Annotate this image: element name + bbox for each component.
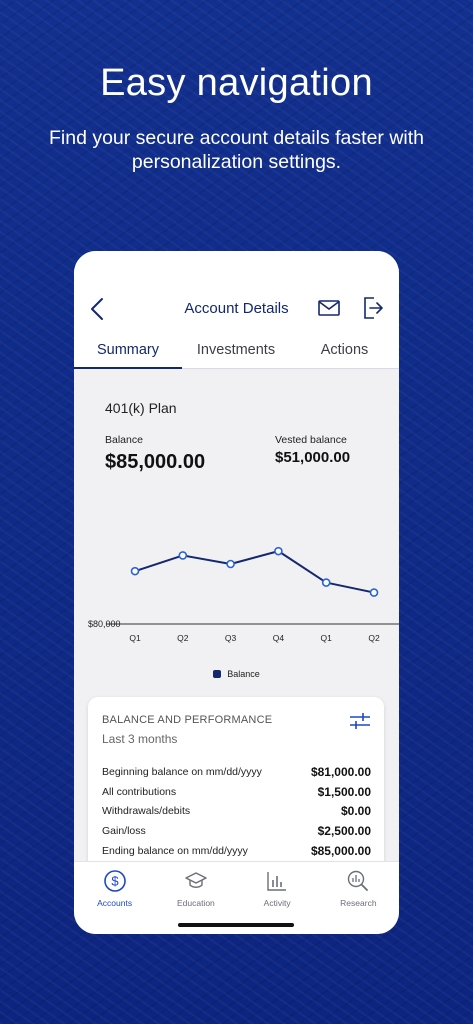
- graduation-cap-icon: [183, 868, 209, 894]
- performance-rows: Beginning balance on mm/dd/yyyy $81,000.…: [102, 762, 371, 860]
- tab-summary[interactable]: Summary: [74, 338, 182, 369]
- table-row: Withdrawals/debits $0.00: [102, 801, 371, 821]
- legend-swatch: [213, 670, 222, 678]
- nav-bar: Account Details Summary Investments Acti…: [74, 251, 399, 369]
- vested-balance-value: $51,000.00: [275, 449, 351, 466]
- summary-content[interactable]: 401(k) Plan Balance $85,000.00 Vested ba…: [74, 369, 399, 861]
- y-tick-label: $80,000: [88, 619, 121, 629]
- x-tick-label: Q2: [368, 633, 380, 643]
- x-tick-label: Q1: [321, 633, 333, 643]
- series-line: [134, 550, 375, 594]
- sliders-icon: [350, 713, 370, 729]
- table-row: All contributions $1,500.00: [102, 782, 371, 802]
- dollar-circle-icon: $: [102, 868, 128, 894]
- row-value: $0.00: [340, 804, 371, 819]
- table-row: Ending balance on mm/dd/yyyy $85,000.00: [102, 841, 371, 861]
- row-label: Ending balance on mm/dd/yyyy: [102, 844, 248, 857]
- row-value: $1,500.00: [317, 784, 371, 799]
- logout-icon: [364, 297, 383, 319]
- balance-value: $85,000.00: [105, 451, 206, 473]
- nav-label: Research: [340, 898, 377, 908]
- nav-label: Education: [176, 898, 215, 908]
- logout-button[interactable]: [361, 295, 387, 321]
- home-indicator: [178, 923, 294, 927]
- balance-performance-card: BALANCE AND PERFORMANCE Last 3 months Be…: [88, 697, 384, 861]
- tab-bar: Summary Investments Actions: [74, 338, 399, 369]
- card-subtitle: Last 3 months: [102, 732, 178, 746]
- row-label: Gain/loss: [102, 824, 146, 837]
- data-point: [130, 566, 140, 576]
- bar-chart-icon: [264, 868, 290, 894]
- envelope-icon: [318, 300, 340, 316]
- promo-headline: Easy navigation: [100, 62, 373, 104]
- row-label: Withdrawals/debits: [102, 805, 191, 818]
- balance-label: Balance: [105, 434, 143, 446]
- promo-subhead: Find your secure account details faster …: [48, 127, 424, 173]
- row-label: All contributions: [102, 785, 177, 798]
- balance-line-chart: $80,000 Q1 Q2 Q3 Q4 Q1 Q2: [88, 546, 399, 643]
- nav-label: Activity: [263, 898, 291, 908]
- legend-label: Balance: [227, 669, 260, 679]
- data-point: [321, 578, 331, 587]
- nav-label: Accounts: [97, 898, 133, 908]
- card-title: BALANCE AND PERFORMANCE: [102, 714, 273, 726]
- row-value: $81,000.00: [310, 764, 371, 779]
- table-row: Gain/loss $2,500.00: [102, 821, 371, 841]
- x-tick-label: Q4: [273, 633, 285, 643]
- data-point: [178, 551, 188, 560]
- data-point: [226, 559, 235, 569]
- nav-accounts[interactable]: $ Accounts: [74, 862, 155, 934]
- mail-button[interactable]: [317, 298, 343, 320]
- chart-legend: Balance: [74, 669, 399, 679]
- data-point: [274, 546, 283, 556]
- x-tick-label: Q3: [225, 633, 237, 643]
- magnifier-chart-icon: [345, 868, 371, 894]
- vested-balance-label: Vested balance: [275, 434, 347, 446]
- page-title: Account Details: [184, 300, 289, 317]
- x-tick-label: Q2: [177, 633, 189, 643]
- x-tick-label: Q1: [129, 633, 141, 643]
- data-point: [369, 588, 379, 597]
- row-value: $85,000.00: [310, 843, 371, 858]
- tab-investments[interactable]: Investments: [182, 338, 290, 368]
- row-value: $2,500.00: [317, 823, 371, 838]
- row-label: Beginning balance on mm/dd/yyyy: [102, 765, 262, 778]
- svg-text:$: $: [111, 874, 119, 889]
- phone-screen: Account Details Summary Investments Acti…: [74, 251, 399, 934]
- plan-name: 401(k) Plan: [105, 400, 177, 416]
- table-row: Beginning balance on mm/dd/yyyy $81,000.…: [102, 762, 371, 782]
- filter-button[interactable]: [348, 711, 372, 731]
- tab-actions[interactable]: Actions: [290, 338, 399, 368]
- nav-research[interactable]: Research: [318, 862, 399, 934]
